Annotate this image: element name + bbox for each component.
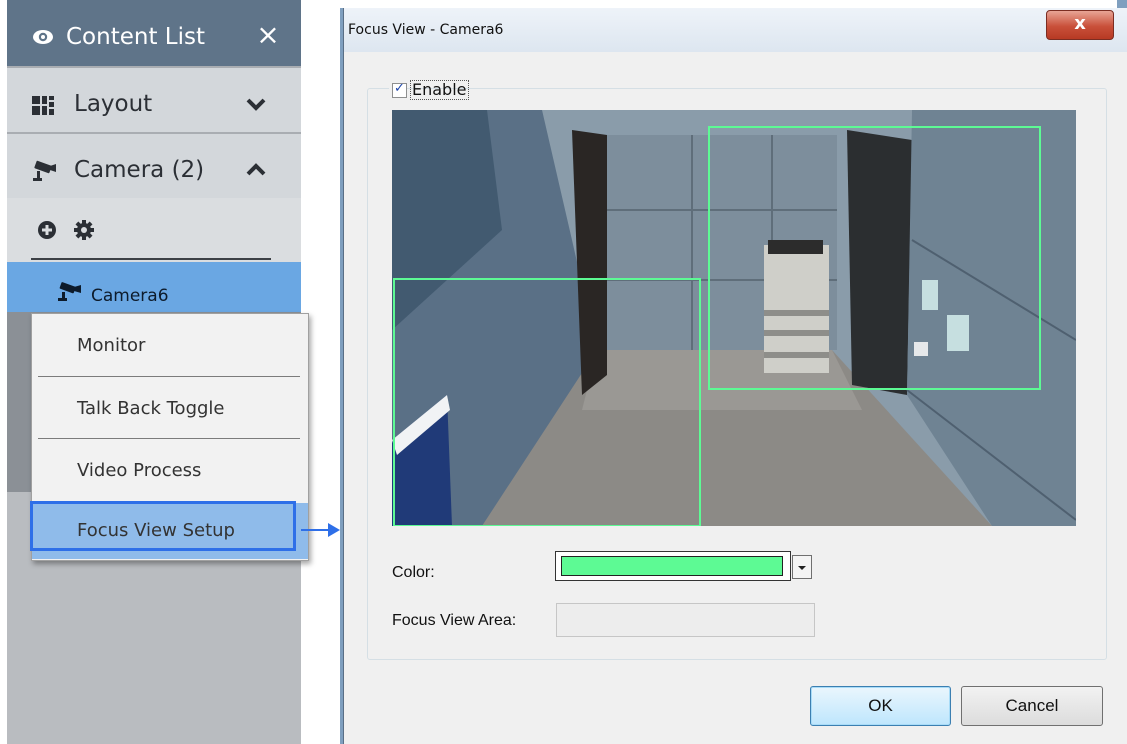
color-dropdown-button[interactable] (792, 555, 812, 579)
dropdown-arrow-icon (798, 566, 806, 570)
ok-button[interactable]: OK (810, 686, 951, 726)
camera-icon (33, 160, 56, 181)
checkmark-icon: ✓ (394, 81, 405, 96)
camera-list-item[interactable]: Camera6 (7, 262, 301, 312)
menu-separator (38, 376, 300, 377)
menu-item-monitor[interactable]: Monitor (32, 318, 308, 374)
eye-icon (33, 30, 53, 44)
camera-item-label: Camera6 (91, 286, 169, 306)
enable-checkbox-row[interactable]: ✓ Enable (389, 79, 469, 101)
chevron-up-icon[interactable] (243, 158, 269, 182)
camera-icon (58, 282, 81, 301)
camera-section-header[interactable]: Camera (2) (7, 134, 301, 198)
video-frame-image (392, 110, 1076, 526)
menu-item-label: Video Process (77, 460, 202, 481)
color-label: Color: (392, 564, 435, 581)
dialog-title: Focus View - Camera6 (348, 22, 504, 38)
add-icon[interactable] (37, 220, 57, 240)
dialog-titlebar[interactable]: Focus View - Camera6 x (344, 8, 1127, 52)
focus-view-area-field[interactable] (556, 603, 815, 637)
layout-section-header[interactable]: Layout (7, 68, 301, 132)
content-list-header: Content List × (7, 0, 301, 66)
close-panel-button[interactable]: × (251, 18, 285, 52)
focus-view-area-label: Focus View Area: (392, 612, 517, 629)
arrow-right-icon (328, 523, 340, 537)
color-swatch (561, 556, 783, 576)
camera-video-preview[interactable] (392, 110, 1076, 526)
menu-item-talk-back-toggle[interactable]: Talk Back Toggle (32, 381, 308, 437)
camera-section-label: Camera (2) (74, 157, 205, 183)
highlight-box (30, 501, 296, 551)
cancel-button[interactable]: Cancel (961, 686, 1103, 726)
menu-item-label: Monitor (77, 335, 146, 356)
camera-toolbar (7, 198, 301, 262)
menu-item-label: Talk Back Toggle (77, 398, 225, 419)
gear-icon[interactable] (73, 219, 95, 241)
divider (31, 258, 271, 260)
enable-label[interactable]: Enable (410, 80, 469, 100)
layout-grid-icon (32, 96, 54, 115)
enable-checkbox[interactable]: ✓ (392, 81, 407, 98)
color-picker[interactable] (555, 551, 791, 581)
focus-view-dialog: Focus View - Camera6 x ✓ Enable Color: F… (343, 8, 1127, 744)
content-list-title: Content List (66, 24, 205, 50)
menu-separator (38, 438, 300, 439)
menu-item-video-process[interactable]: Video Process (32, 443, 308, 499)
layout-section-label: Layout (74, 91, 153, 117)
dialog-close-button[interactable]: x (1046, 10, 1114, 40)
callout-arrow (301, 529, 331, 531)
close-icon: x (1074, 13, 1086, 34)
chevron-down-icon[interactable] (243, 92, 269, 116)
